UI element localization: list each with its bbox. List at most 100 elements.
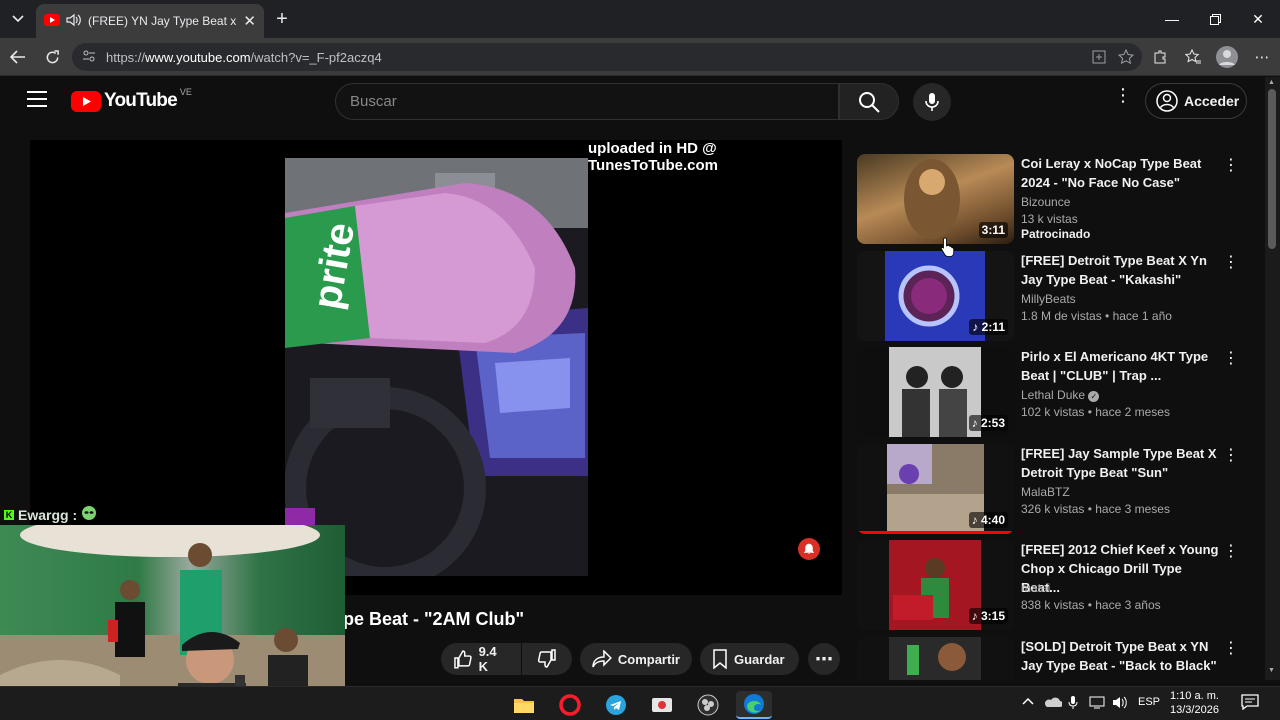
clock[interactable]: 1:10 a. m. 13/3/2026 xyxy=(1170,689,1219,717)
video-meta: 1.8 M de vistas • hace 1 año xyxy=(1021,309,1172,323)
recommendation-title[interactable]: Coi Leray x NoCap Type Beat 2024 - "No F… xyxy=(1021,154,1219,192)
browser-tab-bar: (FREE) YN Jay Type Beat x Detroit ✕ + — … xyxy=(0,0,1280,38)
recommendation-item[interactable]: [SOLD] Detroit Type Beat x YN Jay Type B… xyxy=(857,637,1247,680)
notifications-icon[interactable] xyxy=(1241,694,1259,713)
voice-search-button[interactable] xyxy=(913,83,951,121)
video-thumbnail[interactable]: 3:11 xyxy=(857,154,1014,244)
scrollbar-thumb[interactable] xyxy=(1268,89,1276,249)
search-button[interactable] xyxy=(839,83,899,120)
item-kebab-icon[interactable]: ⋮ xyxy=(1223,158,1239,174)
video-thumbnail[interactable]: ♪ 4:40 xyxy=(857,444,1014,534)
url-text: https://www.youtube.com/watch?v=_F-pf2ac… xyxy=(106,50,382,65)
extensions-icon[interactable] xyxy=(1148,45,1172,69)
video-thumbnail[interactable]: ♪ 2:53 xyxy=(857,347,1014,437)
youtube-logo[interactable]: YouTube VE xyxy=(71,87,192,112)
video-meta: 102 k vistas • hace 2 meses xyxy=(1021,405,1170,419)
video-frame: prite xyxy=(285,158,588,576)
recommendation-item[interactable]: ♪ 2:11 [FREE] Detroit Type Beat X Yn Jay… xyxy=(857,251,1247,343)
volume-icon[interactable] xyxy=(1112,696,1128,712)
back-arrow-icon[interactable] xyxy=(6,45,30,69)
share-icon xyxy=(592,650,612,668)
youtube-header: YouTube VE Buscar ⋮ Acceder xyxy=(0,77,1264,127)
scroll-up-icon[interactable]: ▲ xyxy=(1268,79,1275,86)
item-kebab-icon[interactable]: ⋮ xyxy=(1223,544,1239,560)
browser-menu-icon[interactable]: ⋯ xyxy=(1250,45,1274,69)
item-kebab-icon[interactable]: ⋮ xyxy=(1223,351,1239,367)
more-actions-icon[interactable]: ⋯ xyxy=(808,643,840,675)
item-kebab-icon[interactable]: ⋮ xyxy=(1223,255,1239,271)
tray-chevron-icon[interactable] xyxy=(1022,696,1034,709)
browser-tab[interactable]: (FREE) YN Jay Type Beat x Detroit ✕ xyxy=(36,4,264,38)
duration-badge: 3:11 xyxy=(978,222,1008,238)
verified-icon: ✓ xyxy=(1088,391,1100,402)
settings-kebab-icon[interactable]: ⋮ xyxy=(1114,86,1132,111)
page-scrollbar[interactable]: ▲ ▼ xyxy=(1265,77,1280,680)
save-button[interactable]: Guardar xyxy=(700,643,799,675)
hamburger-menu-icon[interactable] xyxy=(27,91,47,112)
close-window-icon[interactable]: ✕ xyxy=(1246,8,1270,30)
windows-taskbar: ESP 1:10 a. m. 13/3/2026 xyxy=(0,686,1280,720)
sign-in-button[interactable]: Acceder xyxy=(1145,83,1247,119)
dislike-button[interactable] xyxy=(522,643,572,675)
reload-icon[interactable] xyxy=(40,45,64,69)
channel-name[interactable]: MillyBeats xyxy=(1021,292,1076,306)
item-kebab-icon[interactable]: ⋮ xyxy=(1223,448,1239,464)
new-tab-button[interactable]: + xyxy=(270,7,294,31)
tab-close-icon[interactable]: ✕ xyxy=(243,12,256,30)
speaker-icon[interactable] xyxy=(66,13,82,30)
like-button[interactable]: 9.4 K xyxy=(441,643,521,675)
item-kebab-icon[interactable]: ⋮ xyxy=(1223,641,1239,657)
recommendation-title[interactable]: Pirlo x El Americano 4KT Type Beat | "CL… xyxy=(1021,347,1219,385)
account-circle-icon xyxy=(1156,90,1178,112)
onedrive-icon[interactable] xyxy=(1044,696,1063,711)
recommendation-item[interactable]: ♪ 4:40 [FREE] Jay Sample Type Beat X Det… xyxy=(857,444,1247,536)
tab-list-chevron-icon[interactable] xyxy=(6,7,30,31)
channel-name[interactable]: matai xyxy=(1021,581,1050,595)
favorite-star-icon[interactable] xyxy=(1114,45,1138,69)
channel-bell-icon[interactable] xyxy=(798,538,820,560)
language-indicator[interactable]: ESP xyxy=(1138,696,1160,708)
recorder-app-icon[interactable] xyxy=(644,691,680,719)
video-thumbnail[interactable]: ♪ 3:15 xyxy=(857,540,1014,630)
video-meta: 326 k vistas • hace 3 meses xyxy=(1021,502,1170,516)
address-bar[interactable]: https://www.youtube.com/watch?v=_F-pf2ac… xyxy=(72,43,1142,71)
channel-name[interactable]: MalaBTZ xyxy=(1021,485,1070,499)
clock-date: 13/3/2026 xyxy=(1170,704,1219,716)
obs-icon[interactable] xyxy=(690,691,726,719)
scroll-down-icon[interactable]: ▼ xyxy=(1268,667,1275,674)
recommendation-item[interactable]: 3:11 Coi Leray x NoCap Type Beat 2024 - … xyxy=(857,154,1247,246)
file-explorer-icon[interactable] xyxy=(506,691,542,719)
youtube-logo-text: YouTube xyxy=(104,90,178,111)
youtube-favicon-icon xyxy=(44,13,60,29)
minimize-icon[interactable]: — xyxy=(1160,8,1184,30)
favorites-bar-icon[interactable] xyxy=(1181,45,1205,69)
edge-browser-icon[interactable] xyxy=(736,691,772,719)
save-label: Guardar xyxy=(734,651,785,667)
profile-avatar-icon[interactable] xyxy=(1215,45,1239,69)
sign-in-label: Acceder xyxy=(1184,93,1240,109)
bookmark-icon xyxy=(713,649,727,669)
channel-name[interactable]: Lethal Duke ✓ xyxy=(1021,388,1100,402)
video-thumbnail[interactable] xyxy=(857,637,1014,680)
telegram-icon[interactable] xyxy=(598,691,634,719)
recommendation-title[interactable]: [FREE] 2012 Chief Keef x Young Chop x Ch… xyxy=(1021,540,1219,597)
channel-name[interactable]: Bizounce xyxy=(1021,195,1070,209)
site-info-icon[interactable] xyxy=(82,49,96,66)
recommendation-title[interactable]: [SOLD] Detroit Type Beat x YN Jay Type B… xyxy=(1021,637,1219,675)
microphone-tray-icon[interactable] xyxy=(1068,696,1078,713)
alien-emote-icon xyxy=(81,505,97,524)
duration-text: 2:53 xyxy=(980,416,1005,430)
search-input[interactable]: Buscar xyxy=(335,83,839,120)
video-thumbnail[interactable]: ♪ 2:11 xyxy=(857,251,1014,341)
restore-icon[interactable] xyxy=(1203,8,1227,30)
url-scheme: https:// xyxy=(106,49,146,65)
app-available-icon[interactable] xyxy=(1087,45,1111,69)
network-icon[interactable] xyxy=(1089,696,1105,712)
share-button[interactable]: Compartir xyxy=(580,643,692,675)
recommendation-item[interactable]: ♪ 3:15 [FREE] 2012 Chief Keef x Young Ch… xyxy=(857,540,1247,632)
opera-icon[interactable] xyxy=(552,691,588,719)
recommendation-item[interactable]: ♪ 2:53 Pirlo x El Americano 4KT Type Bea… xyxy=(857,347,1247,439)
recommendation-title[interactable]: [FREE] Jay Sample Type Beat X Detroit Ty… xyxy=(1021,444,1219,482)
browser-toolbar: https://www.youtube.com/watch?v=_F-pf2ac… xyxy=(0,38,1280,76)
recommendation-title[interactable]: [FREE] Detroit Type Beat X Yn Jay Type B… xyxy=(1021,251,1219,289)
